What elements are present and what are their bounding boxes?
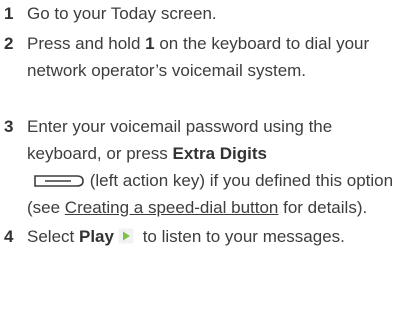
step-number: 4 bbox=[4, 227, 14, 246]
step-number: 3 bbox=[4, 117, 14, 136]
step-text: Enter your voicemail password using the … bbox=[27, 113, 404, 221]
instruction-steps: 1 Go to your Today screen. 2 Press and h… bbox=[0, 0, 412, 312]
step-text-before: Select bbox=[27, 227, 79, 246]
step-text-after: for details). bbox=[278, 198, 368, 217]
step-1: 1 Go to your Today screen. bbox=[0, 0, 408, 27]
key-name: 1 bbox=[145, 34, 155, 53]
left-action-key-icon bbox=[33, 169, 85, 187]
play-icon bbox=[118, 225, 134, 244]
speed-dial-link[interactable]: Creating a speed-dial button bbox=[65, 198, 279, 217]
step-text: Select Play to listen to your messages. bbox=[27, 223, 404, 250]
extra-digits-label: Extra Digits bbox=[172, 144, 267, 163]
step-3: 3 Enter your voicemail password using th… bbox=[0, 113, 408, 221]
step-number: 1 bbox=[4, 4, 14, 23]
step-number: 2 bbox=[4, 34, 14, 53]
step-text-content: Go to your Today screen. bbox=[27, 4, 217, 23]
step-text-after: to listen to your messages. bbox=[137, 227, 345, 246]
play-label: Play bbox=[78, 227, 114, 246]
step-4: 4 Select Play to listen to your messages… bbox=[0, 223, 408, 250]
step-2: 2 Press and hold 1 on the keyboard to di… bbox=[0, 30, 408, 84]
step-text: Press and hold 1 on the keyboard to dial… bbox=[27, 30, 404, 84]
step-text-before: Press and hold bbox=[27, 34, 146, 53]
step-text: Go to your Today screen. bbox=[27, 0, 404, 27]
